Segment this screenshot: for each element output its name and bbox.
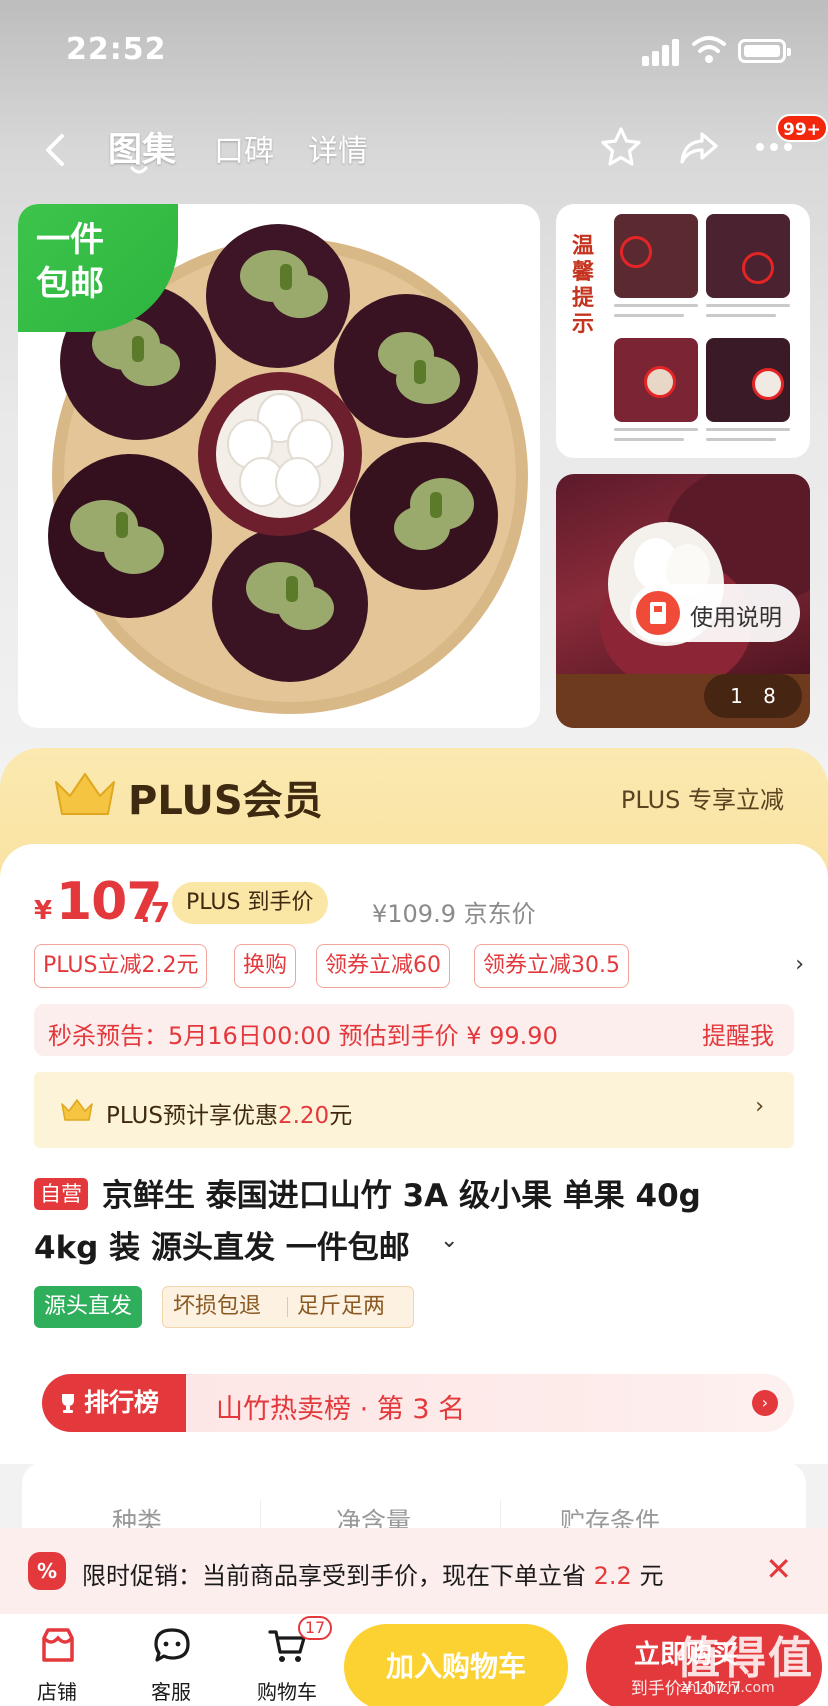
chat-icon (154, 1628, 190, 1662)
plus-exclusive-discount: PLUS 专享立减 (620, 786, 784, 814)
image-page-counter: 1 8 (704, 674, 802, 718)
feature-direct-source: 源头直发 (34, 1286, 143, 1328)
promo-tag-plus[interactable]: PLUS立减2.2元 (34, 944, 208, 988)
customer-service-button[interactable]: 客服 (126, 1614, 216, 1706)
closeup-thumbnail[interactable]: 使用说明 1 8 (556, 474, 810, 728)
discount-icon: % (28, 1552, 66, 1590)
tip-photo-4 (706, 338, 790, 422)
feature-full-weight: 足斤足两 (297, 1294, 386, 1319)
battery-icon (738, 39, 791, 63)
promo-tag-coupon-60[interactable]: 领券立减60 (316, 944, 450, 988)
tab-gallery[interactable]: 图集 (108, 122, 176, 171)
tip-title: 温馨提示 (572, 234, 595, 337)
chevron-right-icon[interactable]: › (795, 952, 804, 977)
product-title-line1: 京鲜生 泰国进口山竹 3A 级小果 单果 40g (102, 1178, 701, 1214)
usage-guide-button[interactable]: 使用说明 (630, 584, 800, 642)
share-icon[interactable] (678, 128, 720, 168)
crown-icon (61, 1099, 93, 1121)
plus-price-tag: PLUS 到手价 (172, 882, 328, 924)
cart-count-badge: 17 (298, 1616, 332, 1640)
crown-icon (55, 773, 115, 815)
plus-title: PLUS会员 (128, 778, 323, 824)
signal-icon (642, 38, 682, 66)
ranking-text: 山竹热卖榜 · 第 3 名 (216, 1394, 466, 1425)
chevron-right-icon: › (755, 1094, 764, 1119)
self-operated-tag: 自营 (34, 1178, 88, 1210)
tab-active-indicator-icon (130, 166, 148, 174)
wifi-icon (692, 36, 726, 63)
promo-tag-exchange[interactable]: 换购 (234, 944, 297, 988)
promo-tag-coupon-30[interactable]: 领券立减30.5 (474, 944, 629, 988)
trophy-icon (62, 1394, 74, 1413)
favorite-star-icon[interactable] (600, 126, 642, 168)
tips-thumbnail[interactable]: 温馨提示 (556, 204, 810, 458)
store-button[interactable]: 店铺 (12, 1614, 102, 1706)
price-currency: ¥ (34, 896, 53, 926)
back-arrow-icon[interactable] (40, 130, 70, 170)
flash-sale-text: 秒杀预告：5月16日00:00 预估到手价 ¥ 99.90 (48, 1022, 558, 1050)
message-badge: 99+ (776, 114, 828, 142)
expand-title-chevron-icon[interactable]: ⌄ (440, 1228, 458, 1253)
plus-savings-bar[interactable]: PLUS预计享优惠2.20元 › (34, 1072, 794, 1148)
product-title-line2: 4kg 装 源头直发 一件包邮 (34, 1230, 410, 1266)
feature-damage-refund: 坏损包退 (173, 1294, 262, 1319)
promo-tags[interactable]: PLUS立减2.2元 换购 领券立减60 领券立减30.5 › (34, 944, 804, 990)
top-nav: 图集 口碑 详情 99+ (0, 110, 828, 190)
tab-details[interactable]: 详情 (308, 126, 368, 170)
tip-photo-1 (614, 214, 698, 298)
main-product-image[interactable]: 一件 包邮 (18, 204, 540, 728)
add-to-cart-button[interactable]: 加入购物车 (344, 1624, 568, 1706)
chevron-right-icon[interactable]: › (752, 1390, 778, 1416)
tip-photo-3 (614, 338, 698, 422)
jd-price: ¥109.9 京东价 (372, 900, 536, 928)
price-decimal: .7 (140, 896, 171, 929)
manual-icon (636, 591, 680, 635)
status-time: 22:52 (66, 32, 167, 67)
tip-photo-2 (706, 214, 790, 298)
close-icon[interactable]: ✕ (765, 1550, 792, 1588)
flash-sale-preview: 秒杀预告：5月16日00:00 预估到手价 ¥ 99.90 提醒我 (34, 1004, 794, 1056)
service-guarantee-tags[interactable]: 坏损包退 足斤足两 (162, 1286, 414, 1328)
store-icon (42, 1628, 74, 1662)
cart-button[interactable]: 17 购物车 (242, 1614, 332, 1706)
ranking-card[interactable]: 排行榜 山竹热卖榜 · 第 3 名 › (22, 1360, 806, 1446)
site-watermark: 值得值 zhizhizhi.com (676, 1633, 814, 1696)
tab-reviews[interactable]: 口碑 (214, 126, 274, 170)
ranking-badge: 排行榜 (42, 1374, 186, 1432)
limited-promo-toast[interactable]: % 限时促销：当前商品享受到手价，现在下单立省 2.2 元 ✕ (0, 1528, 828, 1614)
status-bar: 22:52 (0, 0, 828, 100)
remind-me-button[interactable]: 提醒我 (702, 1016, 774, 1051)
